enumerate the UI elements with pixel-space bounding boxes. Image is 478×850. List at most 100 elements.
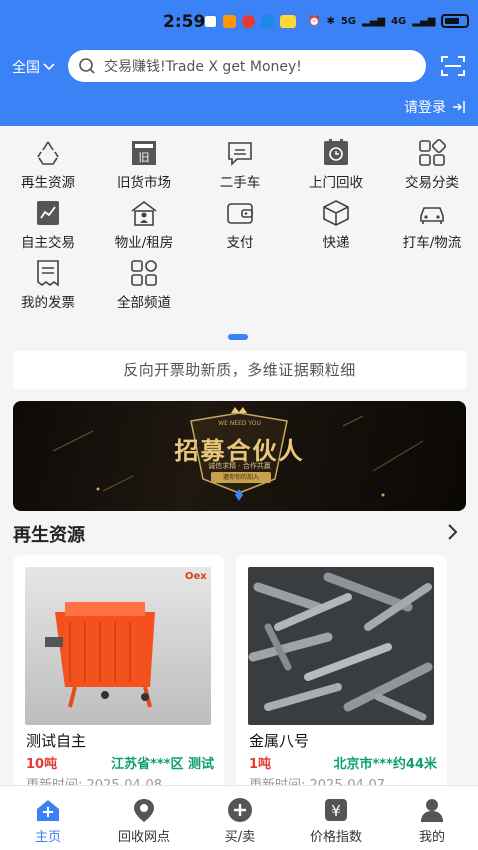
plus-icon [228,798,252,822]
door-recycle-icon [324,139,348,165]
recycle-icon [37,141,59,165]
region-label: 全国 [12,60,40,76]
category-used-market[interactable]: 旧 旧货市场 [96,138,192,191]
product-name: 测试自主 [26,732,87,750]
signal-icon: ▂▄▆ [362,15,386,27]
category-label: 自主交易 [21,235,75,251]
notification-icon [242,15,255,28]
svg-text:Oex: Oex [185,571,207,582]
chart-book-icon [37,201,59,225]
notification-icon [261,15,274,28]
search-icon [79,58,95,74]
product-card[interactable]: 金属八号 1吨 北京市***约44米 更新时间: 2025-04-07 [236,555,447,795]
notification-icon [223,15,236,28]
category-label: 支付 [226,235,254,251]
section-title: 再生资源 [13,525,85,546]
category-label: 打车/物流 [402,235,462,251]
taxi-icon [420,207,444,224]
category-self-trade[interactable]: 自主交易 [0,198,96,251]
alarm-icon: ⏰ [308,15,321,27]
region-selector[interactable]: 全国 [12,57,55,77]
status-indicators: ⏰ ✱ 5G ▂▄▆ 4G ▂▄▆ [308,14,470,28]
product-quantity: 10吨 [26,757,58,772]
login-link[interactable]: 请登录 [404,97,466,117]
car-chat-icon [228,142,252,166]
notification-icon [204,15,217,28]
category-used-car[interactable]: 二手车 [192,138,288,191]
nav-label: 价格指数 [309,830,362,845]
category-label: 旧货市场 [117,175,171,191]
nav-mine[interactable]: 我的 [384,796,478,845]
category-express[interactable]: 快递 [288,198,384,251]
category-taxi-logistics[interactable]: 打车/物流 [384,198,478,251]
category-label: 物业/租房 [114,235,174,251]
product-image: Oex [25,567,211,725]
page-indicator [228,334,248,340]
category-all-channels[interactable]: 全部频道 [96,258,192,311]
nav-buy-sell[interactable]: 买/卖 [192,796,288,845]
all-channels-icon [131,260,157,286]
banner-subtitle: 诚信求精 · 合作共赢 [208,462,271,470]
login-arrow-icon [453,101,465,113]
product-image [248,567,434,725]
category-icon [419,138,447,166]
product-card[interactable]: Oex 测试自主 10吨 江苏省***区 测试 更新时间: 2025-04-08 [13,555,224,795]
category-property[interactable]: 物业/租房 [96,198,192,251]
nav-label: 我的 [418,830,445,845]
category-payment[interactable]: 支付 [192,198,288,251]
category-door-recycle[interactable]: 上门回收 [288,138,384,191]
nav-label: 买/卖 [224,830,256,845]
building-icon [131,201,157,226]
nav-recycle-points[interactable]: 回收网点 [96,796,192,845]
signal-icon-2: ▂▄▆ [412,15,436,27]
svg-text:旧: 旧 [139,151,150,164]
category-label: 我的发票 [21,295,75,311]
notification-icon [280,15,296,28]
box-icon [323,200,349,226]
location-icon [134,799,154,822]
product-location: 江苏省***区 测试 [111,757,214,772]
product-location: 北京市***约44米 [333,757,438,772]
user-icon [421,799,443,822]
invoice-icon [37,260,59,287]
category-label: 上门回收 [309,175,363,191]
network-label: 5G [340,15,357,27]
chevron-down-icon [43,63,55,71]
battery-icon [441,14,470,28]
category-label: 交易分类 [405,175,459,191]
banner-top-text: WE NEED YOU [218,420,261,427]
promo-banner[interactable]: WE NEED YOU 招募合伙人 诚信求精 · 合作共赢 邀你你的加入 [13,401,466,511]
price-icon: ¥ [325,799,347,821]
wallet-icon [227,203,253,224]
bluetooth-icon: ✱ [326,15,335,27]
bottom-navigation: 主页 回收网点 买/卖 ¥ 价格指数 我的 [0,785,478,850]
notice-banner[interactable]: 反向开票助新质，多维证据颗粒细 [13,351,466,389]
nav-label: 回收网点 [117,830,170,845]
status-time: 2:59 [163,12,206,32]
home-icon [37,800,59,821]
category-label: 快递 [322,235,350,251]
category-label: 二手车 [219,175,261,191]
category-recycle[interactable]: 再生资源 [0,138,96,191]
category-label: 全部频道 [117,295,171,311]
category-trade-types[interactable]: 交易分类 [384,138,478,191]
banner-join-button[interactable]: 邀你你的加入 [211,472,271,483]
search-placeholder: 交易赚钱!Trade X get Money! [104,59,302,75]
scan-icon[interactable] [440,54,466,78]
nav-price-index[interactable]: ¥ 价格指数 [288,796,384,845]
shop-icon: 旧 [132,141,156,165]
search-bar[interactable]: 交易赚钱!Trade X get Money! [68,50,426,82]
category-label: 再生资源 [21,175,75,191]
nav-home[interactable]: 主页 [0,796,96,845]
nav-label: 主页 [34,830,61,845]
status-notification-icons [204,15,296,28]
product-quantity: 1吨 [249,757,272,772]
product-name: 金属八号 [249,732,310,750]
status-bar: 2:59 ⏰ ✱ 5G ▂▄▆ 4G ▂▄▆ [0,0,478,44]
app-header: 2:59 ⏰ ✱ 5G ▂▄▆ 4G ▂▄▆ 全国 交易赚钱!Trade X g… [0,0,478,126]
svg-text:¥: ¥ [331,802,341,820]
login-label: 请登录 [404,100,446,116]
chevron-right-icon[interactable] [446,522,460,542]
network-label-2: 4G [391,15,407,27]
category-my-invoice[interactable]: 我的发票 [0,258,96,311]
